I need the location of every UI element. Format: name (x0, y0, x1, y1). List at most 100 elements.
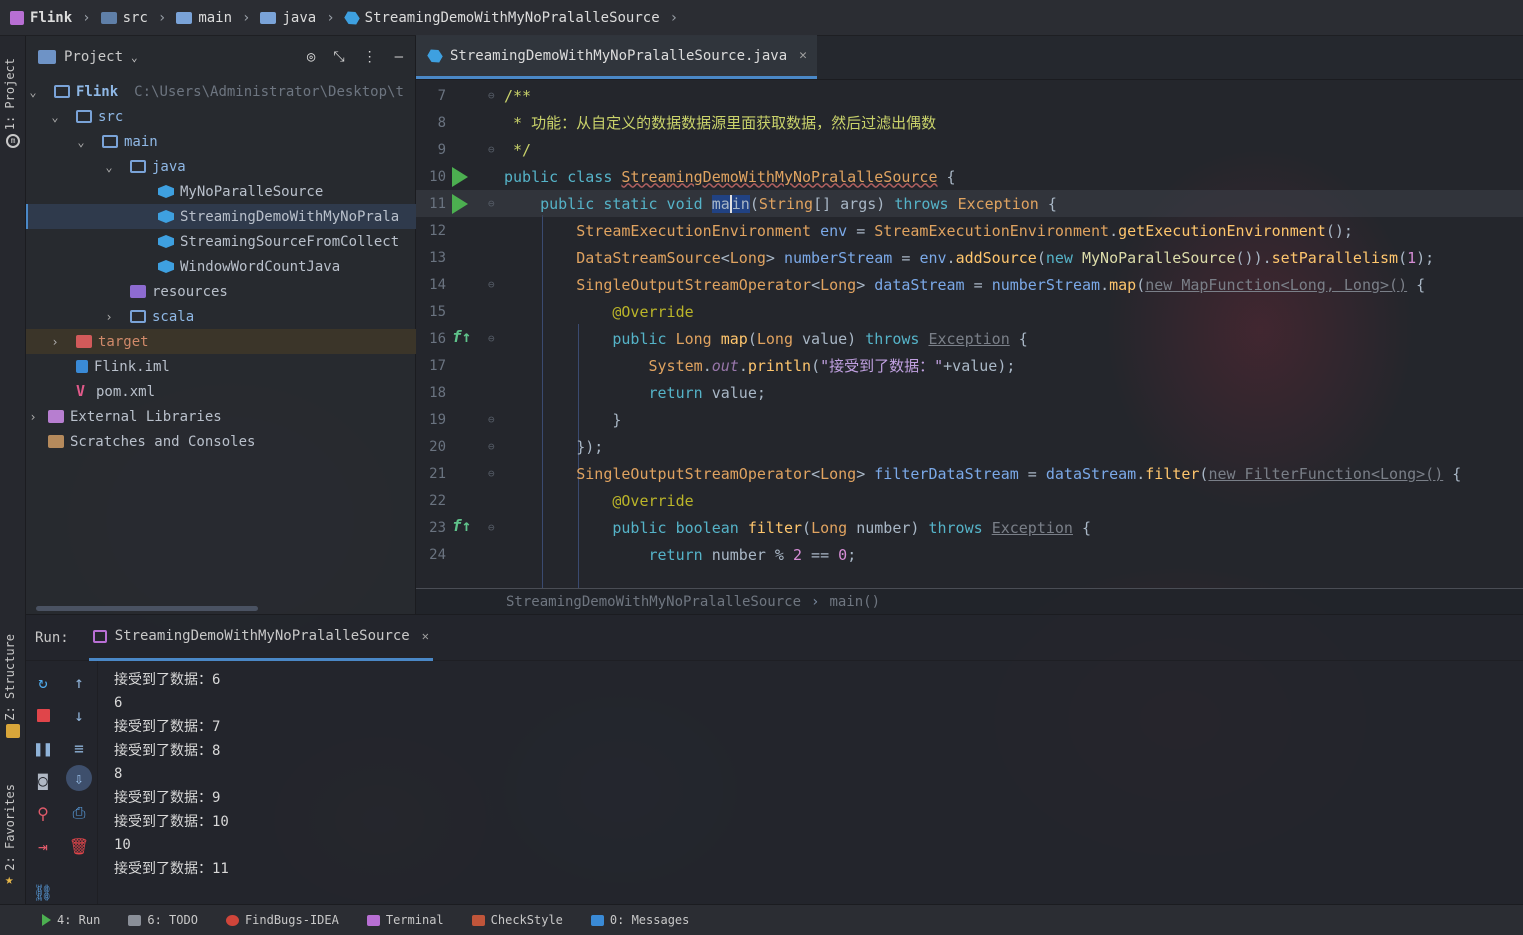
close-icon[interactable]: ✕ (422, 629, 429, 643)
library-icon (48, 410, 64, 423)
todo-tool-button[interactable]: 6: TODO (128, 913, 198, 927)
arrow-up-icon[interactable]: ↑ (68, 671, 90, 693)
fold-marker-icon[interactable]: ⊖ (488, 467, 495, 480)
tree-item-streamingdemo[interactable]: StreamingDemoWithMyNoPrala (26, 204, 416, 229)
code-line: 9 ⊖ */ (437, 140, 532, 159)
project-tool-tab[interactable]: 1: Project (3, 58, 17, 130)
collapse-all-icon[interactable]: ⤡ (333, 49, 344, 65)
tree-item-mynoparallesource[interactable]: MyNoParalleSource (26, 179, 416, 204)
project-view-selector[interactable]: Project (64, 49, 123, 65)
more-options-icon[interactable]: ⋮ (363, 49, 377, 65)
link-icon[interactable]: ⛓ (32, 881, 54, 903)
tree-item-resources[interactable]: resources (26, 279, 416, 304)
breadcrumb-project[interactable]: Flink (10, 10, 72, 26)
class-icon (158, 235, 174, 248)
chevron-down-icon[interactable]: ⌄ (131, 51, 138, 64)
chevron-right-icon[interactable]: › (48, 335, 62, 349)
tree-item-src[interactable]: ⌄ src (26, 104, 416, 129)
horizontal-scrollbar[interactable] (36, 606, 258, 611)
messages-icon (590, 914, 604, 926)
chevron-down-icon[interactable]: ⌄ (74, 135, 88, 149)
editor-breadcrumb: StreamingDemoWithMyNoPralalleSource › ma… (416, 588, 1523, 614)
messages-tool-button[interactable]: 0: Messages (590, 913, 689, 927)
stop-icon[interactable] (32, 704, 54, 726)
plug-icon[interactable]: ⚲ (32, 802, 54, 824)
tree-item-streamingsourcefromcollection[interactable]: StreamingSourceFromCollect (26, 229, 416, 254)
fold-marker-icon[interactable]: ⊖ (488, 197, 495, 210)
structure-tool-tab[interactable]: Z: Structure (3, 634, 17, 721)
scroll-to-end-icon[interactable]: ⇩ (66, 765, 92, 791)
chevron-down-icon[interactable]: ⌄ (102, 160, 116, 174)
checkstyle-tool-button[interactable]: CheckStyle (471, 913, 563, 927)
code-line: 10 public class StreamingDemoWithMyNoPra… (429, 167, 956, 187)
source-folder-icon (130, 160, 146, 173)
trash-icon[interactable]: 🗑 (68, 835, 90, 857)
chevron-down-icon[interactable]: ⌄ (48, 110, 62, 124)
editor-crumb-class[interactable]: StreamingDemoWithMyNoPralalleSource (506, 594, 801, 610)
maven-icon[interactable]: m (6, 134, 20, 148)
tree-item-main[interactable]: ⌄ main (26, 129, 416, 154)
source-folder-icon (100, 11, 117, 24)
breadcrumb-main[interactable]: main (176, 10, 232, 26)
code-line: 19 ⊖ } (429, 410, 622, 429)
tree-item-flink[interactable]: ⌄ Flink C:\Users\Administrator\Desktop\t (26, 79, 416, 104)
code-line: 12 StreamExecutionEnvironment env = Stre… (429, 221, 1353, 240)
override-method-icon[interactable]: f↑ (452, 327, 472, 347)
class-icon (425, 46, 444, 65)
iml-file-icon (76, 360, 88, 373)
console-output[interactable]: 接受到了数据：6 6 接受到了数据：7 接受到了数据：8 8 接受到了数据：9 … (114, 667, 229, 880)
excluded-folder-icon (76, 335, 92, 348)
hide-panel-icon[interactable]: — (395, 49, 403, 65)
soft-wrap-icon[interactable]: ≡ (68, 737, 90, 759)
findbugs-tool-button[interactable]: FindBugs-IDEA (225, 913, 339, 927)
override-method-icon[interactable]: f↑ (452, 516, 472, 536)
tree-item-external-libraries[interactable]: › External Libraries (26, 404, 416, 429)
chevron-right-icon: › (157, 9, 167, 26)
fold-marker-icon[interactable]: ⊖ (488, 521, 495, 534)
breadcrumb-java[interactable]: java (260, 10, 316, 26)
breadcrumb-src[interactable]: src (100, 10, 148, 26)
breadcrumb-class[interactable]: StreamingDemoWithMyNoPralalleSource (345, 10, 660, 26)
camera-icon[interactable]: ◙ (32, 769, 54, 791)
chevron-down-icon[interactable]: ⌄ (26, 85, 40, 99)
terminal-tool-button[interactable]: Terminal (366, 913, 444, 927)
tree-item-scratches[interactable]: Scratches and Consoles (26, 429, 416, 454)
fold-marker-icon[interactable]: ⊖ (488, 278, 495, 291)
tree-item-java[interactable]: ⌄ java (26, 154, 416, 179)
arrow-down-icon[interactable]: ↓ (68, 704, 90, 726)
favorites-tool-tab[interactable]: 2: Favorites (3, 784, 17, 871)
fold-marker-icon[interactable]: ⊖ (488, 413, 495, 426)
tree-item-pom-xml[interactable]: V pom.xml (26, 379, 416, 404)
fold-marker-icon[interactable]: ⊖ (488, 332, 495, 345)
tree-item-windowwordcountjava[interactable]: WindowWordCountJava (26, 254, 416, 279)
run-icon (42, 914, 51, 926)
fold-marker-icon[interactable]: ⊖ (488, 440, 495, 453)
close-icon[interactable]: ✕ (799, 48, 807, 63)
code-line: 23 f↑ ⊖ public boolean filter(Long numbe… (429, 516, 1092, 537)
editor-crumb-method[interactable]: main() (829, 594, 880, 610)
chevron-right-icon[interactable]: › (26, 410, 40, 424)
code-area[interactable]: 7 ⊖ /** 8 * 功能：从自定义的数据数据源里面获取数据，然后过滤出偶数 … (416, 80, 1523, 588)
folder-icon (54, 85, 70, 98)
tree-item-target[interactable]: › target (26, 329, 416, 354)
tree-item-flink-iml[interactable]: Flink.iml (26, 354, 416, 379)
fold-marker-icon[interactable]: ⊖ (488, 143, 495, 156)
run-config-tab[interactable]: StreamingDemoWithMyNoPralalleSource ✕ (88, 615, 433, 661)
folder-icon (176, 11, 193, 24)
run-config-icon (92, 629, 107, 643)
chevron-right-icon[interactable]: › (102, 310, 116, 324)
console-line: 接受到了数据：9 (114, 790, 221, 807)
code-line: 16 f↑ ⊖ public Long map(Long value) thro… (429, 327, 1028, 348)
run-class-icon[interactable] (452, 167, 468, 187)
editor-tab-active[interactable]: StreamingDemoWithMyNoPralalleSource.java… (416, 35, 817, 79)
tree-item-scala[interactable]: › scala (26, 304, 416, 329)
chevron-right-icon: › (811, 593, 820, 610)
rerun-icon[interactable]: ↻ (32, 671, 54, 693)
fold-marker-icon[interactable]: ⊖ (488, 89, 495, 102)
print-icon[interactable]: ⎙ (68, 802, 90, 824)
run-tool-button[interactable]: 4: Run (42, 913, 100, 927)
pause-icon[interactable]: ❚❚ (32, 737, 54, 759)
locate-file-icon[interactable]: ◎ (307, 49, 315, 65)
run-main-icon[interactable] (452, 194, 468, 214)
exit-icon[interactable]: ⇥ (32, 835, 54, 857)
